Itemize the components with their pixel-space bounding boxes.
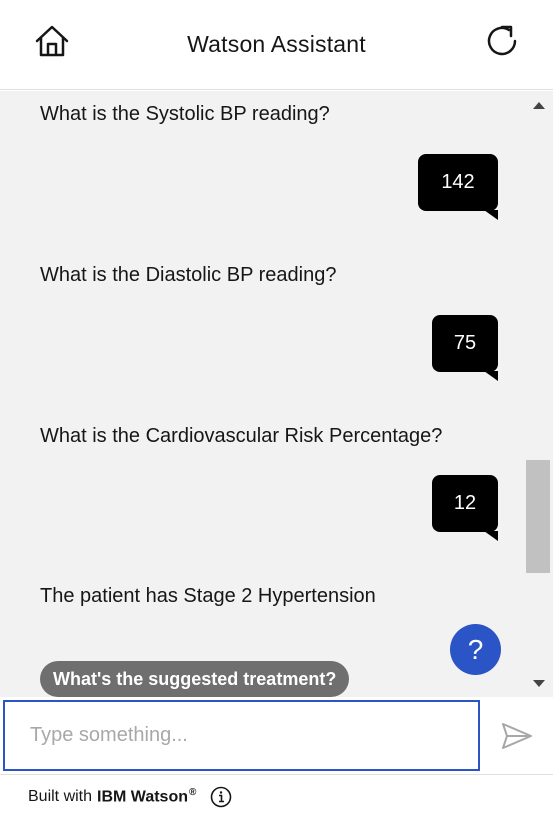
header-title: Watson Assistant <box>187 31 366 57</box>
bot-message: What is the Diastolic BP reading? <box>40 264 337 286</box>
user-message: 75 <box>432 315 498 381</box>
bot-message: What is the Systolic BP reading? <box>40 103 330 125</box>
chat-header: Watson Assistant <box>0 0 553 90</box>
message-list: What is the Systolic BP reading? 142 Wha… <box>0 91 553 697</box>
info-icon[interactable] <box>210 786 232 808</box>
user-message: 142 <box>418 154 498 220</box>
footer-brand: IBM Watson® <box>97 787 196 806</box>
scroll-down-icon[interactable] <box>533 680 545 687</box>
user-message: 12 <box>432 475 498 541</box>
message-input[interactable] <box>3 700 480 771</box>
registered-mark: ® <box>188 787 197 799</box>
scrollbar[interactable] <box>523 91 553 697</box>
suggestion-chip[interactable]: What's the suggested treatment? <box>40 661 350 697</box>
scroll-up-icon[interactable] <box>533 102 545 109</box>
scroll-thumb[interactable] <box>526 460 550 573</box>
bot-message: The patient has Stage 2 Hypertension <box>40 585 376 607</box>
send-icon[interactable] <box>497 719 535 753</box>
home-icon[interactable] <box>33 22 71 60</box>
footer: Built with IBM Watson® <box>0 774 553 819</box>
restart-icon[interactable] <box>483 22 521 60</box>
footer-prefix: Built with <box>28 788 93 805</box>
help-button[interactable]: ? <box>450 624 501 675</box>
footer-brand-name: IBM Watson <box>97 788 188 806</box>
bot-message: What is the Cardiovascular Risk Percenta… <box>40 425 443 447</box>
input-area <box>0 697 553 774</box>
